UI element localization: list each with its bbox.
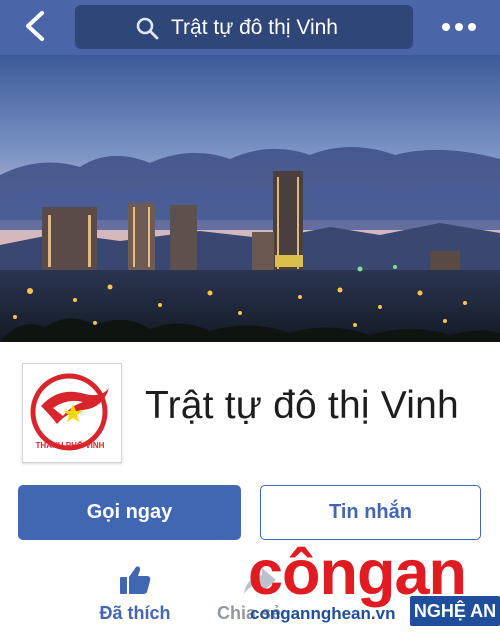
call-now-button[interactable]: Gọi ngay — [18, 485, 241, 540]
thumbs-up-icon — [120, 566, 151, 594]
page-title: Trật tự đô thị Vinh — [145, 384, 459, 427]
thanh-pho-vinh-logo: THÀNH PHỐ VINH — [30, 373, 109, 451]
message-button[interactable]: Tin nhắn — [260, 485, 481, 540]
liked-label: Đã thích — [99, 603, 171, 623]
search-icon — [136, 17, 159, 40]
logo-text: THÀNH PHỐ VINH — [36, 440, 105, 450]
cover-photo[interactable] — [0, 55, 500, 342]
search-text: Trật tự đô thị Vinh — [171, 16, 338, 39]
watermark-url: congannghean.vn — [250, 604, 396, 623]
back-button[interactable] — [18, 8, 52, 44]
city-skyline-image — [0, 55, 500, 342]
top-nav-bar: Trật tự đô thị Vinh — [0, 0, 500, 55]
search-bar[interactable]: Trật tự đô thị Vinh — [75, 5, 413, 49]
profile-picture[interactable]: THÀNH PHỐ VINH — [22, 363, 122, 463]
more-horizontal-icon — [442, 23, 476, 31]
watermark-badge: NGHỆ AN — [410, 596, 500, 626]
chevron-left-icon — [26, 11, 44, 41]
liked-button[interactable]: Đã thích — [85, 560, 185, 630]
more-options-button[interactable] — [434, 10, 484, 44]
watermark: côngan congannghean.vn NGHỆ AN — [240, 538, 500, 633]
